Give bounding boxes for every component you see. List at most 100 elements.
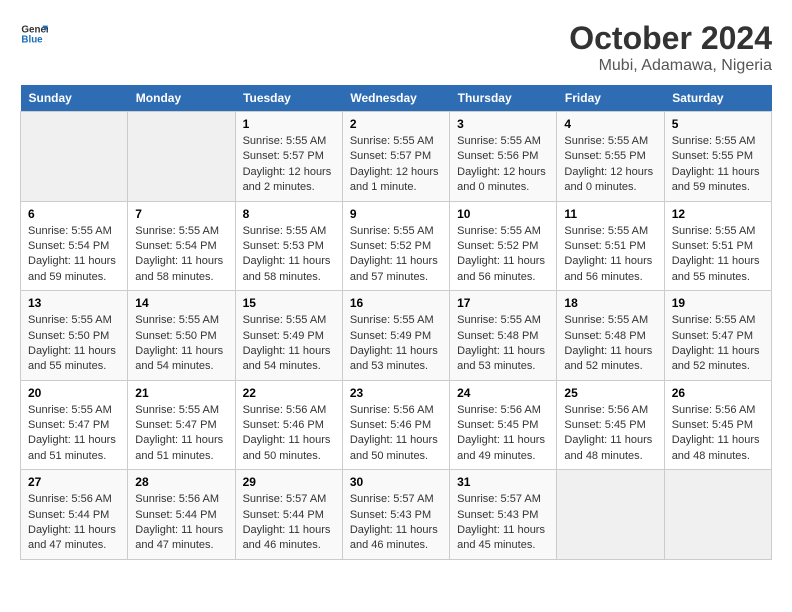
day-info: Sunrise: 5:56 AM Sunset: 5:45 PM Dayligh…	[672, 403, 764, 465]
day-info: Sunrise: 5:55 AM Sunset: 5:48 PM Dayligh…	[457, 313, 549, 375]
calendar-cell: 16Sunrise: 5:55 AM Sunset: 5:49 PM Dayli…	[342, 291, 449, 381]
calendar-week-row: 1Sunrise: 5:55 AM Sunset: 5:57 PM Daylig…	[21, 112, 772, 202]
day-info: Sunrise: 5:55 AM Sunset: 5:48 PM Dayligh…	[564, 313, 656, 375]
calendar-cell: 4 Sunrise: 5:55 AM Sunset: 5:55 PM Daylig…	[557, 112, 664, 202]
calendar-cell: 8 Sunrise: 5:55 AM Sunset: 5:53 PM Daylig…	[235, 201, 342, 291]
day-info: Sunrise: 5:56 AM Sunset: 5:45 PM Dayligh…	[457, 403, 549, 465]
day-number: 17	[457, 296, 549, 310]
day-number: 11	[564, 207, 656, 221]
page-header: General Blue October 2024 Mubi, Adamawa,…	[20, 20, 772, 75]
column-header-friday: Friday	[557, 85, 664, 112]
day-info: Sunrise: 5:57 AM Sunset: 5:43 PM Dayligh…	[350, 492, 442, 554]
day-info: Sunrise: 5:55 AM Sunset: 5:47 PM Dayligh…	[135, 403, 227, 465]
calendar-cell: 24 Sunrise: 5:56 AM Sunset: 5:45 PM Dayli…	[450, 380, 557, 470]
day-info: Sunrise: 5:55 AM Sunset: 5:55 PM Dayligh…	[672, 134, 764, 196]
calendar-cell: 20 Sunrise: 5:55 AM Sunset: 5:47 PM Dayli…	[21, 380, 128, 470]
day-info: Sunrise: 5:55 AM Sunset: 5:53 PM Dayligh…	[243, 224, 335, 286]
day-number: 12	[672, 207, 764, 221]
calendar-cell: 7 Sunrise: 5:55 AM Sunset: 5:54 PM Daylig…	[128, 201, 235, 291]
calendar-cell: 13Sunrise: 5:55 AM Sunset: 5:50 PM Dayli…	[21, 291, 128, 381]
day-info: Sunrise: 5:55 AM Sunset: 5:51 PM Dayligh…	[672, 224, 764, 286]
day-number: 18	[564, 296, 656, 310]
calendar-cell: 17 Sunrise: 5:55 AM Sunset: 5:48 PM Dayli…	[450, 291, 557, 381]
calendar-cell: 1Sunrise: 5:55 AM Sunset: 5:57 PM Daylig…	[235, 112, 342, 202]
day-number: 19	[672, 296, 764, 310]
calendar-cell: 19 Sunrise: 5:55 AM Sunset: 5:47 PM Dayli…	[664, 291, 771, 381]
calendar-cell: 28 Sunrise: 5:56 AM Sunset: 5:44 PM Dayli…	[128, 470, 235, 560]
day-number: 6	[28, 207, 120, 221]
day-number: 20	[28, 386, 120, 400]
calendar-cell: 26 Sunrise: 5:56 AM Sunset: 5:45 PM Dayli…	[664, 380, 771, 470]
calendar-cell: 18 Sunrise: 5:55 AM Sunset: 5:48 PM Dayli…	[557, 291, 664, 381]
day-number: 23	[350, 386, 442, 400]
calendar-cell: 3 Sunrise: 5:55 AM Sunset: 5:56 PM Daylig…	[450, 112, 557, 202]
day-number: 3	[457, 117, 549, 131]
day-number: 30	[350, 475, 442, 489]
day-info: Sunrise: 5:56 AM Sunset: 5:45 PM Dayligh…	[564, 403, 656, 465]
day-number: 10	[457, 207, 549, 221]
calendar-cell: 14 Sunrise: 5:55 AM Sunset: 5:50 PM Dayli…	[128, 291, 235, 381]
day-info: Sunrise: 5:55 AM Sunset: 5:57 PM Dayligh…	[243, 134, 335, 196]
calendar-header-row: SundayMondayTuesdayWednesdayThursdayFrid…	[21, 85, 772, 112]
logo: General Blue	[20, 20, 48, 48]
calendar-cell: 21 Sunrise: 5:55 AM Sunset: 5:47 PM Dayli…	[128, 380, 235, 470]
day-number: 13	[28, 296, 120, 310]
day-info: Sunrise: 5:55 AM Sunset: 5:47 PM Dayligh…	[672, 313, 764, 375]
day-number: 14	[135, 296, 227, 310]
day-number: 25	[564, 386, 656, 400]
calendar-cell: 5 Sunrise: 5:55 AM Sunset: 5:55 PM Daylig…	[664, 112, 771, 202]
calendar-cell: 9Sunrise: 5:55 AM Sunset: 5:52 PM Daylig…	[342, 201, 449, 291]
calendar-cell: 30 Sunrise: 5:57 AM Sunset: 5:43 PM Dayli…	[342, 470, 449, 560]
calendar-cell: 2Sunrise: 5:55 AM Sunset: 5:57 PM Daylig…	[342, 112, 449, 202]
day-info: Sunrise: 5:57 AM Sunset: 5:44 PM Dayligh…	[243, 492, 335, 554]
day-info: Sunrise: 5:55 AM Sunset: 5:51 PM Dayligh…	[564, 224, 656, 286]
day-number: 28	[135, 475, 227, 489]
day-info: Sunrise: 5:55 AM Sunset: 5:49 PM Dayligh…	[243, 313, 335, 375]
calendar-week-row: 27 Sunrise: 5:56 AM Sunset: 5:44 PM Dayli…	[21, 470, 772, 560]
day-info: Sunrise: 5:55 AM Sunset: 5:52 PM Dayligh…	[457, 224, 549, 286]
title-block: October 2024 Mubi, Adamawa, Nigeria	[569, 20, 772, 75]
calendar-cell: 11 Sunrise: 5:55 AM Sunset: 5:51 PM Dayli…	[557, 201, 664, 291]
column-header-thursday: Thursday	[450, 85, 557, 112]
day-number: 7	[135, 207, 227, 221]
day-info: Sunrise: 5:55 AM Sunset: 5:50 PM Dayligh…	[135, 313, 227, 375]
day-number: 15	[243, 296, 335, 310]
calendar-cell: 22Sunrise: 5:56 AM Sunset: 5:46 PM Dayli…	[235, 380, 342, 470]
day-number: 31	[457, 475, 549, 489]
day-info: Sunrise: 5:57 AM Sunset: 5:43 PM Dayligh…	[457, 492, 549, 554]
day-number: 4	[564, 117, 656, 131]
day-number: 27	[28, 475, 120, 489]
calendar-cell	[128, 112, 235, 202]
day-info: Sunrise: 5:55 AM Sunset: 5:56 PM Dayligh…	[457, 134, 549, 196]
page-title: October 2024	[569, 20, 772, 57]
calendar-cell: 23 Sunrise: 5:56 AM Sunset: 5:46 PM Dayli…	[342, 380, 449, 470]
day-number: 5	[672, 117, 764, 131]
day-info: Sunrise: 5:55 AM Sunset: 5:54 PM Dayligh…	[28, 224, 120, 286]
calendar-cell: 12 Sunrise: 5:55 AM Sunset: 5:51 PM Dayli…	[664, 201, 771, 291]
calendar-week-row: 6 Sunrise: 5:55 AM Sunset: 5:54 PM Daylig…	[21, 201, 772, 291]
day-info: Sunrise: 5:55 AM Sunset: 5:55 PM Dayligh…	[564, 134, 656, 196]
day-info: Sunrise: 5:56 AM Sunset: 5:46 PM Dayligh…	[243, 403, 335, 465]
day-info: Sunrise: 5:55 AM Sunset: 5:54 PM Dayligh…	[135, 224, 227, 286]
day-info: Sunrise: 5:55 AM Sunset: 5:47 PM Dayligh…	[28, 403, 120, 465]
calendar-cell: 6 Sunrise: 5:55 AM Sunset: 5:54 PM Daylig…	[21, 201, 128, 291]
column-header-wednesday: Wednesday	[342, 85, 449, 112]
calendar-week-row: 20 Sunrise: 5:55 AM Sunset: 5:47 PM Dayli…	[21, 380, 772, 470]
calendar-cell: 29 Sunrise: 5:57 AM Sunset: 5:44 PM Dayli…	[235, 470, 342, 560]
calendar-cell	[21, 112, 128, 202]
column-header-sunday: Sunday	[21, 85, 128, 112]
calendar-cell: 27 Sunrise: 5:56 AM Sunset: 5:44 PM Dayli…	[21, 470, 128, 560]
day-number: 8	[243, 207, 335, 221]
day-info: Sunrise: 5:55 AM Sunset: 5:52 PM Dayligh…	[350, 224, 442, 286]
day-number: 26	[672, 386, 764, 400]
logo-icon: General Blue	[20, 20, 48, 48]
column-header-monday: Monday	[128, 85, 235, 112]
calendar-cell: 15 Sunrise: 5:55 AM Sunset: 5:49 PM Dayli…	[235, 291, 342, 381]
day-number: 21	[135, 386, 227, 400]
day-info: Sunrise: 5:56 AM Sunset: 5:44 PM Dayligh…	[28, 492, 120, 554]
day-info: Sunrise: 5:56 AM Sunset: 5:44 PM Dayligh…	[135, 492, 227, 554]
day-number: 24	[457, 386, 549, 400]
calendar-cell	[557, 470, 664, 560]
day-number: 29	[243, 475, 335, 489]
day-info: Sunrise: 5:56 AM Sunset: 5:46 PM Dayligh…	[350, 403, 442, 465]
